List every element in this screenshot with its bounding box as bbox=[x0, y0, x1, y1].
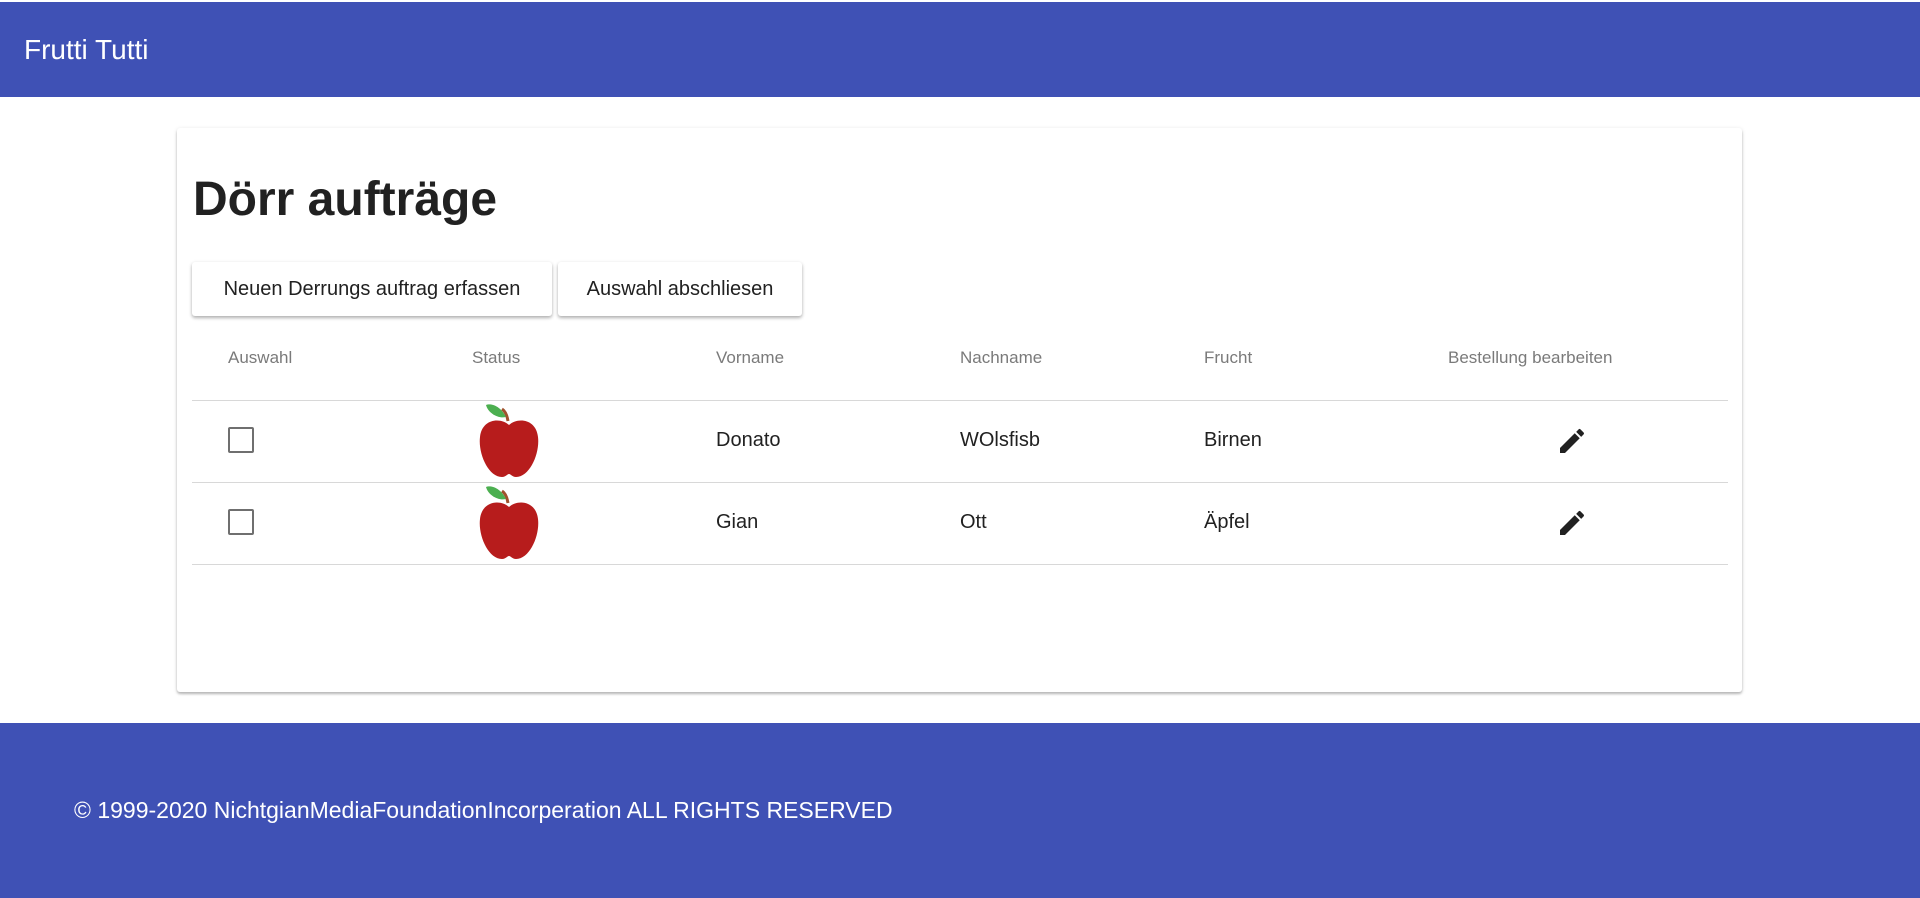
orders-table: Auswahl Status Vorname Nachname Frucht B… bbox=[192, 318, 1728, 565]
row-select-checkbox[interactable] bbox=[228, 509, 254, 535]
column-header-bestellung-bearbeiten: Bestellung bearbeiten bbox=[1448, 348, 1613, 367]
pencil-icon[interactable] bbox=[1556, 425, 1588, 457]
cell-vorname: Donato bbox=[716, 429, 781, 451]
row-select-checkbox[interactable] bbox=[228, 427, 254, 453]
pencil-icon[interactable] bbox=[1556, 507, 1588, 539]
cell-frucht: Äpfel bbox=[1204, 511, 1250, 533]
new-order-button[interactable]: Neuen Derrungs auftrag erfassen bbox=[192, 262, 552, 316]
table-row: Gian Ott Äpfel bbox=[192, 483, 1728, 565]
cell-nachname: Ott bbox=[960, 511, 987, 533]
cell-vorname: Gian bbox=[716, 511, 759, 533]
column-header-frucht: Frucht bbox=[1204, 348, 1253, 367]
column-header-vorname: Vorname bbox=[716, 348, 785, 367]
copyright-text: © 1999-2020 NichtgianMediaFoundationInco… bbox=[74, 797, 893, 823]
table-row: Donato WOlsfisb Birnen bbox=[192, 401, 1728, 483]
table-header: Auswahl Status Vorname Nachname Frucht B… bbox=[192, 318, 1728, 401]
column-header-status: Status bbox=[472, 348, 521, 367]
orders-card: Dörr aufträge Neuen Derrungs auftrag erf… bbox=[177, 128, 1742, 692]
app-toolbar: Frutti Tutti bbox=[0, 0, 1920, 97]
close-selection-button[interactable]: Auswahl abschliesen bbox=[558, 262, 802, 316]
apple-icon bbox=[479, 486, 539, 559]
page-footer: © 1999-2020 NichtgianMediaFoundationInco… bbox=[0, 723, 1920, 898]
page-title: Dörr aufträge bbox=[193, 173, 498, 226]
column-header-auswahl: Auswahl bbox=[228, 348, 293, 367]
cell-frucht: Birnen bbox=[1204, 429, 1262, 451]
column-header-nachname: Nachname bbox=[960, 348, 1043, 367]
cell-nachname: WOlsfisb bbox=[960, 429, 1040, 451]
app-title: Frutti Tutti bbox=[24, 34, 149, 65]
apple-icon bbox=[479, 404, 539, 477]
